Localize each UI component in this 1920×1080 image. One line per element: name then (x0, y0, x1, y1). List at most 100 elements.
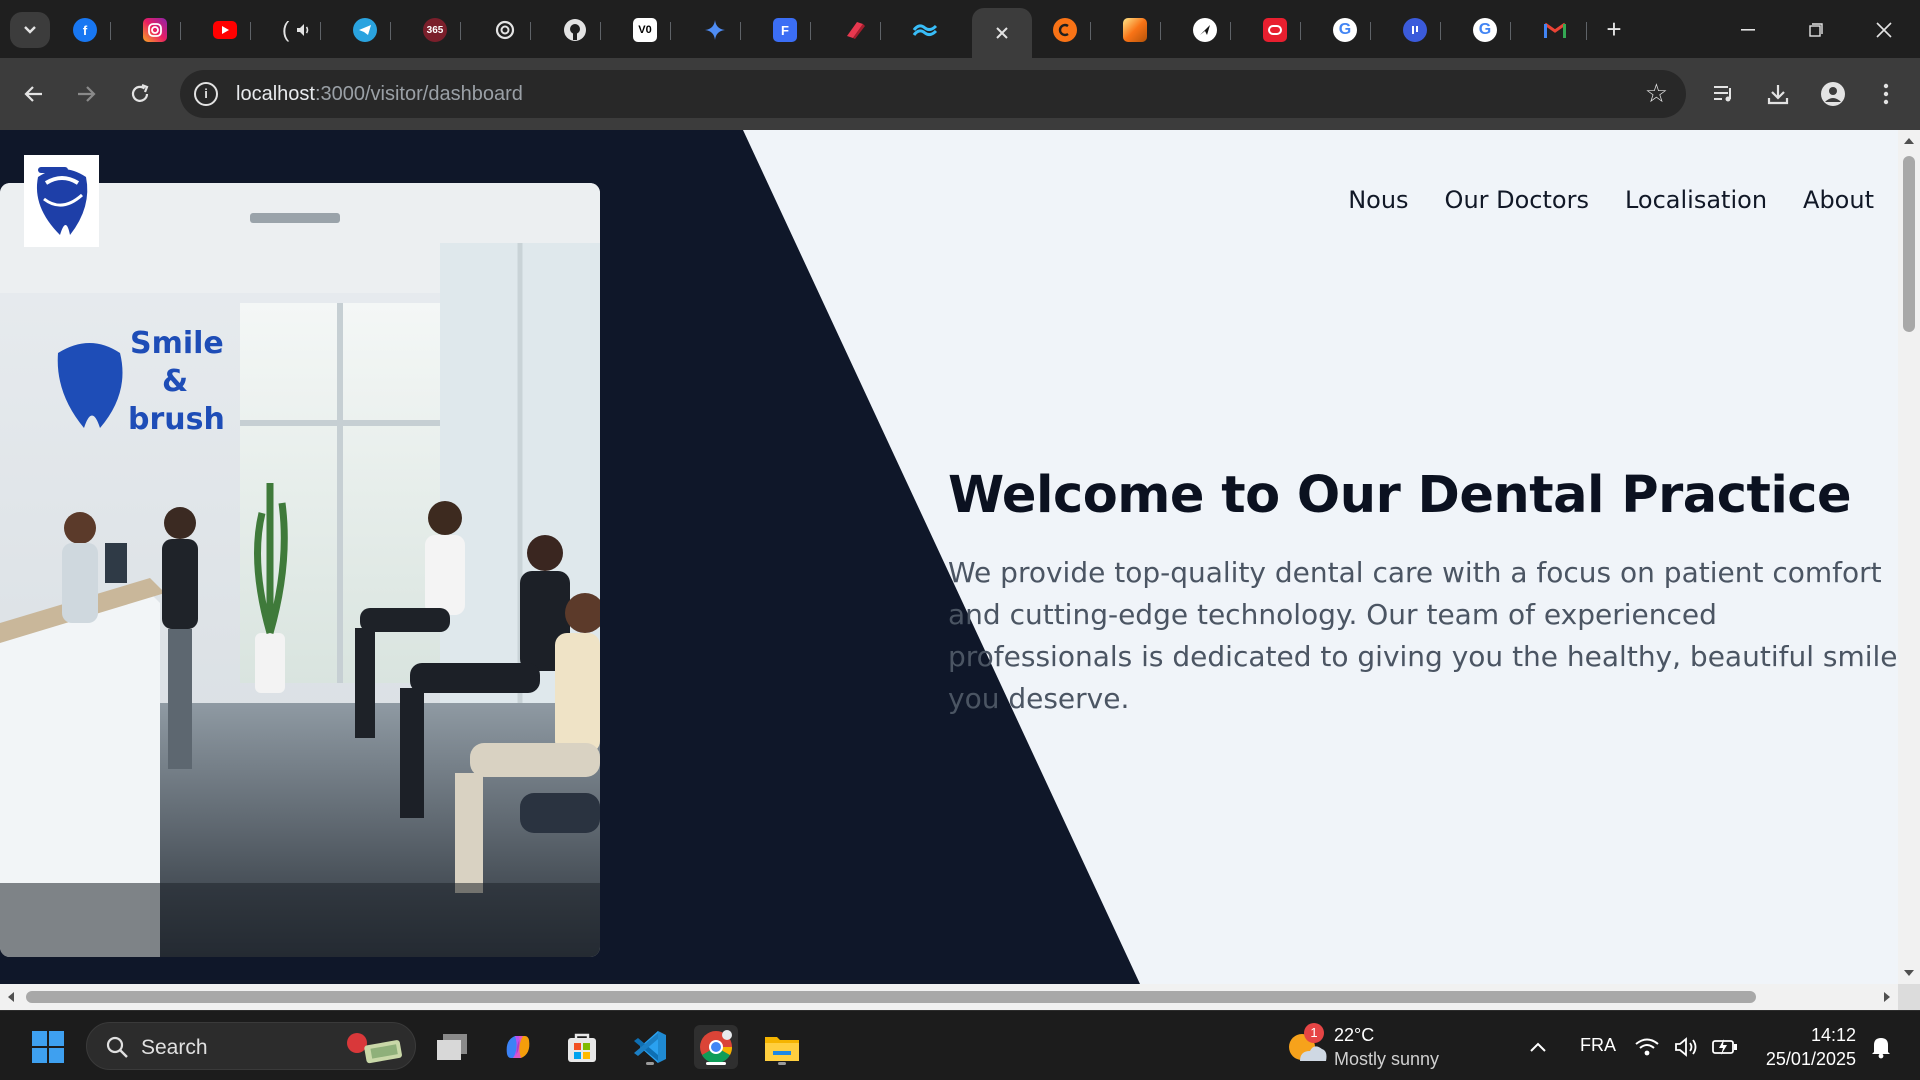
folder-icon (765, 1037, 799, 1061)
nav-link-our-doctors[interactable]: Our Doctors (1445, 186, 1589, 214)
close-window-button[interactable] (1862, 10, 1906, 50)
nav-link-nous[interactable]: Nous (1348, 186, 1408, 214)
taskbar-search-label: Search (141, 1036, 208, 1059)
site-nav: Nous Our Doctors Localisation About (1348, 186, 1874, 214)
close-icon[interactable] (995, 26, 1009, 40)
url-text[interactable]: localhost:3000/visitor/dashboard (236, 83, 523, 106)
tab-separator (1300, 22, 1301, 40)
new-tab-button[interactable]: + (1598, 14, 1630, 46)
vscode-button[interactable] (628, 1025, 672, 1069)
microsoft-store-button[interactable] (560, 1025, 604, 1069)
nav-link-about[interactable]: About (1803, 186, 1874, 214)
horizontal-scroll-thumb[interactable] (26, 991, 1756, 1003)
tab-google-1[interactable]: G (1314, 8, 1376, 52)
active-indicator (706, 1062, 726, 1065)
tab-google-2[interactable]: G (1454, 8, 1516, 52)
tab-instagram[interactable] (124, 8, 186, 52)
forward-button[interactable] (68, 76, 104, 112)
reload-button[interactable] (122, 76, 158, 112)
downloads-button[interactable] (1760, 76, 1796, 112)
tab-separator (320, 22, 321, 40)
wifi-status[interactable] (1630, 1025, 1664, 1069)
scroll-up-arrow-icon[interactable] (1904, 138, 1914, 144)
claude-icon (1053, 18, 1077, 42)
copilot-icon (506, 1036, 530, 1058)
tab-tailwind[interactable] (894, 8, 956, 52)
weather-widget[interactable]: 1 22°C Mostly sunny (1286, 1021, 1456, 1071)
tab-separator (1510, 22, 1511, 40)
site-logo[interactable] (24, 155, 99, 247)
reload-icon (131, 83, 149, 102)
tab-separator (880, 22, 881, 40)
input-language[interactable]: FRA (1580, 1035, 1616, 1056)
tab-audio[interactable]: ( (264, 8, 326, 52)
tab-strip: f ( 365 V0 F G G + (0, 0, 1920, 58)
scroll-right-arrow-icon[interactable] (1884, 992, 1890, 1002)
file-explorer-button[interactable] (760, 1025, 804, 1069)
volume-status[interactable] (1670, 1025, 1704, 1069)
clinic-photo: Smile & brush (0, 183, 600, 957)
clock-date: 25/01/2025 (1765, 1049, 1856, 1069)
tab-youtube[interactable] (194, 8, 256, 52)
photo-app-icon (1123, 18, 1147, 42)
tab-openai[interactable] (474, 8, 536, 52)
scroll-left-arrow-icon[interactable] (8, 992, 14, 1002)
tab-vercel[interactable]: V0 (614, 8, 676, 52)
chrome-button[interactable] (694, 1025, 738, 1069)
back-button[interactable] (16, 76, 52, 112)
tab-separator (810, 22, 811, 40)
minimize-button[interactable] (1726, 10, 1770, 50)
tab-gemini[interactable] (684, 8, 746, 52)
tab-active-dashboard[interactable] (972, 8, 1032, 58)
start-button[interactable] (26, 1025, 70, 1069)
tab-facebook[interactable]: f (54, 8, 116, 52)
battery-status[interactable] (1708, 1025, 1742, 1069)
taskbar-search[interactable]: Search (86, 1022, 416, 1070)
site-info-icon[interactable]: i (194, 82, 218, 106)
notifications-button[interactable] (1864, 1025, 1898, 1069)
vertical-scrollbar[interactable] (1898, 130, 1920, 984)
tab-separator (180, 22, 181, 40)
chevron-down-icon (24, 26, 36, 34)
tab-separator (1440, 22, 1441, 40)
tab-podcast[interactable] (1384, 8, 1446, 52)
tab-opera[interactable] (1244, 8, 1306, 52)
google-icon: G (1473, 18, 1497, 42)
scroll-down-arrow-icon[interactable] (1904, 970, 1914, 976)
bookmark-star-icon[interactable]: ☆ (1645, 78, 1668, 109)
restore-button[interactable] (1794, 10, 1838, 50)
scrollbar-corner (1898, 984, 1920, 1010)
facebook-icon: f (73, 18, 97, 42)
tab-search-button[interactable] (10, 12, 50, 48)
reading-list-button[interactable] (1706, 76, 1742, 112)
tab-shield[interactable] (824, 8, 886, 52)
vertical-scroll-thumb[interactable] (1903, 156, 1915, 332)
tab-separator (740, 22, 741, 40)
horizontal-scrollbar[interactable] (0, 984, 1898, 1010)
windows-taskbar: Search 1 22°C Mostly sunny FRA 14:12 25/… (0, 1010, 1920, 1080)
tab-separator (1370, 22, 1371, 40)
tab-365[interactable]: 365 (404, 8, 466, 52)
profile-button[interactable] (1815, 76, 1851, 112)
nav-link-localisation[interactable]: Localisation (1625, 186, 1767, 214)
tab-github[interactable] (544, 8, 606, 52)
clock-time: 14:12 (1810, 1025, 1856, 1045)
system-clock[interactable]: 14:12 25/01/2025 (1760, 1023, 1856, 1071)
tab-365-badge: 365 (426, 24, 444, 36)
show-hidden-icons-button[interactable] (1518, 1025, 1558, 1069)
tab-send[interactable] (1174, 8, 1236, 52)
copilot-button[interactable] (496, 1025, 540, 1069)
tab-gmail[interactable] (1524, 8, 1586, 52)
browser-menu-button[interactable] (1868, 76, 1904, 112)
tab-telegram[interactable] (334, 8, 396, 52)
tab-claude[interactable] (1034, 8, 1096, 52)
address-bar[interactable]: i localhost:3000/visitor/dashboard ☆ (180, 70, 1686, 118)
task-view-button[interactable] (430, 1025, 474, 1069)
tab-photo[interactable] (1104, 8, 1166, 52)
google-icon: G (1333, 18, 1357, 42)
weather-condition: Mostly sunny (1334, 1049, 1440, 1069)
tab-forms[interactable]: F (754, 8, 816, 52)
gemini-icon (705, 20, 725, 40)
bell-icon (1872, 1038, 1890, 1059)
running-indicator (646, 1062, 654, 1065)
